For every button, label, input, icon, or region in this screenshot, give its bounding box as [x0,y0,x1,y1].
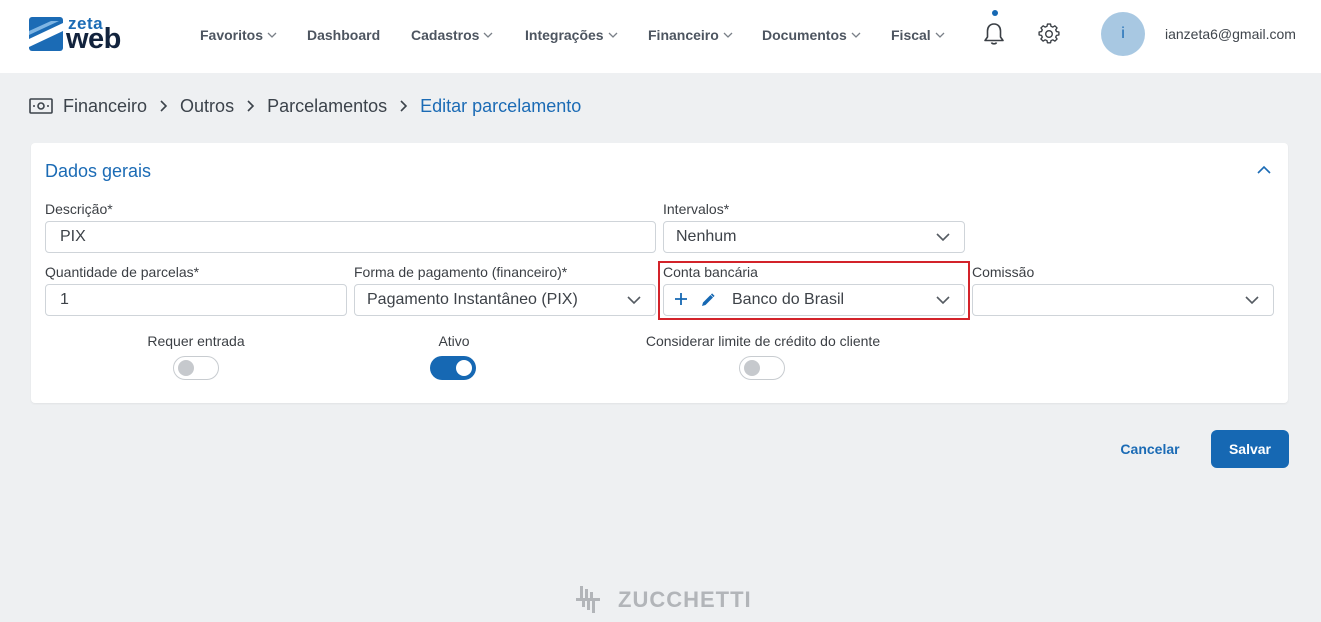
money-icon [29,98,53,114]
forma-pagamento-label: Forma de pagamento (financeiro)* [354,264,568,280]
logo-text-bottom: web [66,23,121,55]
nav-financeiro[interactable]: Financeiro [648,26,733,44]
nav-label: Documentos [762,27,847,43]
bell-icon[interactable] [983,22,1005,46]
footer-brand-name: ZUCCHETTI [618,587,752,612]
nav-integracoes[interactable]: Integrações [525,26,618,44]
quantidade-label: Quantidade de parcelas* [45,264,200,280]
descricao-value: PIX [60,228,86,245]
chevron-down-icon [851,32,861,38]
chevron-down-icon [723,32,733,38]
nav-label: Dashboard [307,27,381,43]
nav-label: Fiscal [891,27,931,43]
ativo-label: Ativo [438,333,470,349]
zetaweb-logo[interactable]: zeta web [29,14,135,55]
descricao-label: Descrição* [45,201,113,217]
breadcrumb-outros[interactable]: Outros [180,96,234,117]
chevron-up-icon[interactable] [1256,165,1272,175]
chevron-down-icon [627,296,641,305]
breadcrumb-current: Editar parcelamento [420,95,582,116]
conta-bancaria-value: Banco do Brasil [732,291,845,308]
forma-pagamento-select[interactable]: Pagamento Instantâneo (PIX) [354,284,656,316]
nav-cadastros[interactable]: Cadastros [411,26,493,44]
chevron-right-icon [160,100,168,112]
breadcrumb-parcelamentos[interactable]: Parcelamentos [267,96,387,117]
chevron-down-icon [936,296,950,305]
forma-pagamento-value: Pagamento Instantâneo (PIX) [367,291,578,308]
chevron-down-icon [267,32,277,38]
footer-brand: ZUCCHETTI [576,584,752,616]
conta-bancaria-select[interactable]: Banco do Brasil [663,284,965,316]
top-navigation-bar: zeta web Favoritos Dashboard Cadastros I… [0,0,1321,73]
nav-label: Integrações [525,27,604,43]
avatar[interactable]: i [1101,12,1145,56]
conta-bancaria-label: Conta bancária [663,264,758,280]
descricao-input[interactable]: PIX [45,221,656,253]
nav-label: Favoritos [200,27,264,43]
nav-fiscal[interactable]: Fiscal [891,26,945,44]
dados-gerais-card: Dados gerais Descrição* PIX Intervalos* … [31,143,1288,403]
chevron-down-icon [936,233,950,242]
cancel-button[interactable]: Cancelar [1110,430,1190,468]
nav-favoritos[interactable]: Favoritos [200,26,277,44]
zucchetti-logo-icon [576,586,600,613]
comissao-label: Comissão [972,264,1035,280]
quantidade-value: 1 [60,291,69,308]
breadcrumb-financeiro[interactable]: Financeiro [63,96,147,117]
toggle-knob [456,360,472,376]
save-button[interactable]: Salvar [1211,430,1289,468]
user-email[interactable]: ianzeta6@gmail.com [1165,26,1296,42]
intervalos-select[interactable]: Nenhum [663,221,965,253]
ativo-toggle[interactable] [430,356,476,380]
gear-icon[interactable] [1038,23,1060,45]
breadcrumb: Financeiro Outros Parcelamentos Editar p… [29,95,581,117]
comissao-select[interactable] [972,284,1274,316]
considerar-limite-toggle[interactable] [739,356,785,380]
chevron-right-icon [247,100,255,112]
intervalos-value: Nenhum [676,228,737,245]
plus-icon[interactable] [674,292,688,306]
chevron-down-icon [1245,296,1259,305]
considerar-limite-label: Considerar limite de crédito do cliente [645,333,881,349]
avatar-initial: i [1121,25,1125,42]
quantidade-input[interactable]: 1 [45,284,347,316]
nav-dashboard[interactable]: Dashboard [307,26,380,44]
chevron-down-icon [484,32,493,38]
section-title: Dados gerais [45,161,152,181]
chevron-down-icon [935,32,945,38]
notification-dot [992,10,998,16]
requer-entrada-label: Requer entrada [147,333,245,349]
nav-label: Cadastros [411,27,480,43]
toggle-knob [178,360,194,376]
requer-entrada-toggle[interactable] [173,356,219,380]
chevron-down-icon [608,32,618,38]
nav-label: Financeiro [648,27,719,43]
pencil-icon[interactable] [701,293,715,307]
chevron-right-icon [400,100,408,112]
intervalos-label: Intervalos* [663,201,730,217]
logo-mark-icon [29,17,63,51]
toggle-knob [744,360,760,376]
nav-documentos[interactable]: Documentos [762,26,861,44]
